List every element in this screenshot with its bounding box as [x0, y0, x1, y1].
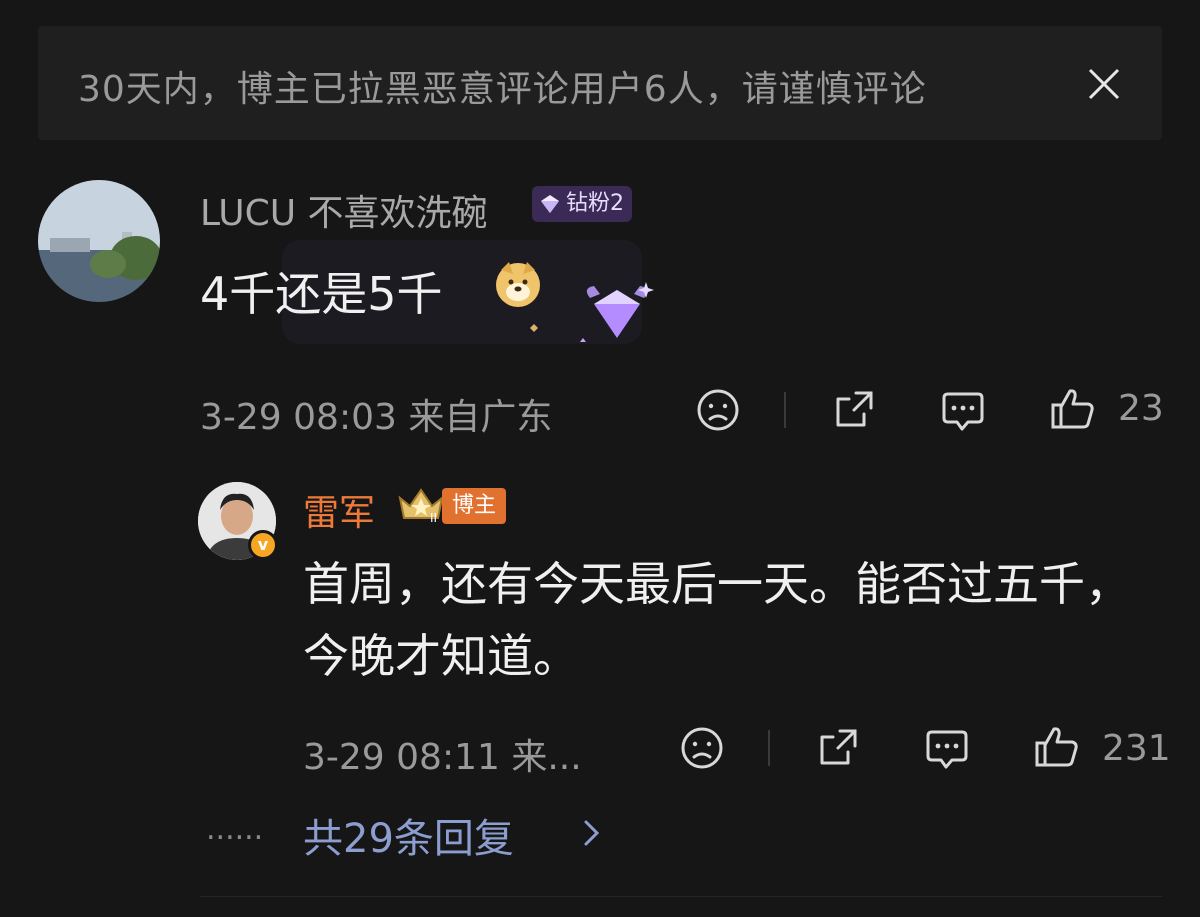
divider	[200, 896, 1162, 897]
comment-username[interactable]: LUCU 不喜欢洗碗	[200, 184, 488, 236]
dislike-face-icon[interactable]	[696, 388, 740, 432]
divider	[768, 730, 770, 766]
comment-icon[interactable]	[940, 388, 986, 434]
more-dots: ......	[206, 812, 264, 847]
chevron-right-icon[interactable]	[582, 818, 602, 848]
avatar[interactable]	[38, 180, 160, 302]
crown-icon: II	[398, 488, 444, 524]
close-icon[interactable]	[1084, 64, 1124, 104]
verified-v-badge: v	[248, 530, 278, 560]
host-badge: 博主	[442, 488, 507, 524]
fan-level-badge[interactable]: 钻粉2	[532, 186, 632, 222]
diamond-icon	[541, 195, 559, 213]
comment-text: 4千还是5千	[200, 267, 443, 321]
like-count: 23	[1118, 388, 1164, 429]
fan-badge-label: 钻粉2	[566, 191, 624, 216]
share-icon[interactable]	[816, 726, 860, 770]
reply-username[interactable]: 雷军	[303, 484, 375, 536]
like-thumb-icon[interactable]	[1034, 724, 1080, 770]
blacklist-notice: 30天内，博主已拉黑恶意评论用户6人，请谨慎评论	[38, 26, 1162, 140]
share-icon[interactable]	[832, 388, 876, 432]
reply-time-location: 3-29 08:11 来...	[303, 737, 582, 778]
reply-like-count: 231	[1102, 728, 1171, 769]
divider	[784, 392, 786, 428]
reply-text: 首周，还有今天最后一天。能否过五千，今晚才知道。	[303, 557, 1131, 683]
comment-time-location: 3-29 08:03 来自广东	[200, 397, 553, 438]
notice-text: 30天内，博主已拉黑恶意评论用户6人，请谨慎评论	[78, 69, 927, 110]
diamond-fan-decoration-icon	[530, 282, 654, 342]
dislike-face-icon[interactable]	[680, 726, 724, 770]
comment-icon[interactable]	[924, 726, 970, 772]
svg-text:II: II	[430, 511, 437, 524]
view-all-replies-link[interactable]: 共29条回复	[303, 806, 514, 864]
like-thumb-icon[interactable]	[1050, 386, 1096, 432]
